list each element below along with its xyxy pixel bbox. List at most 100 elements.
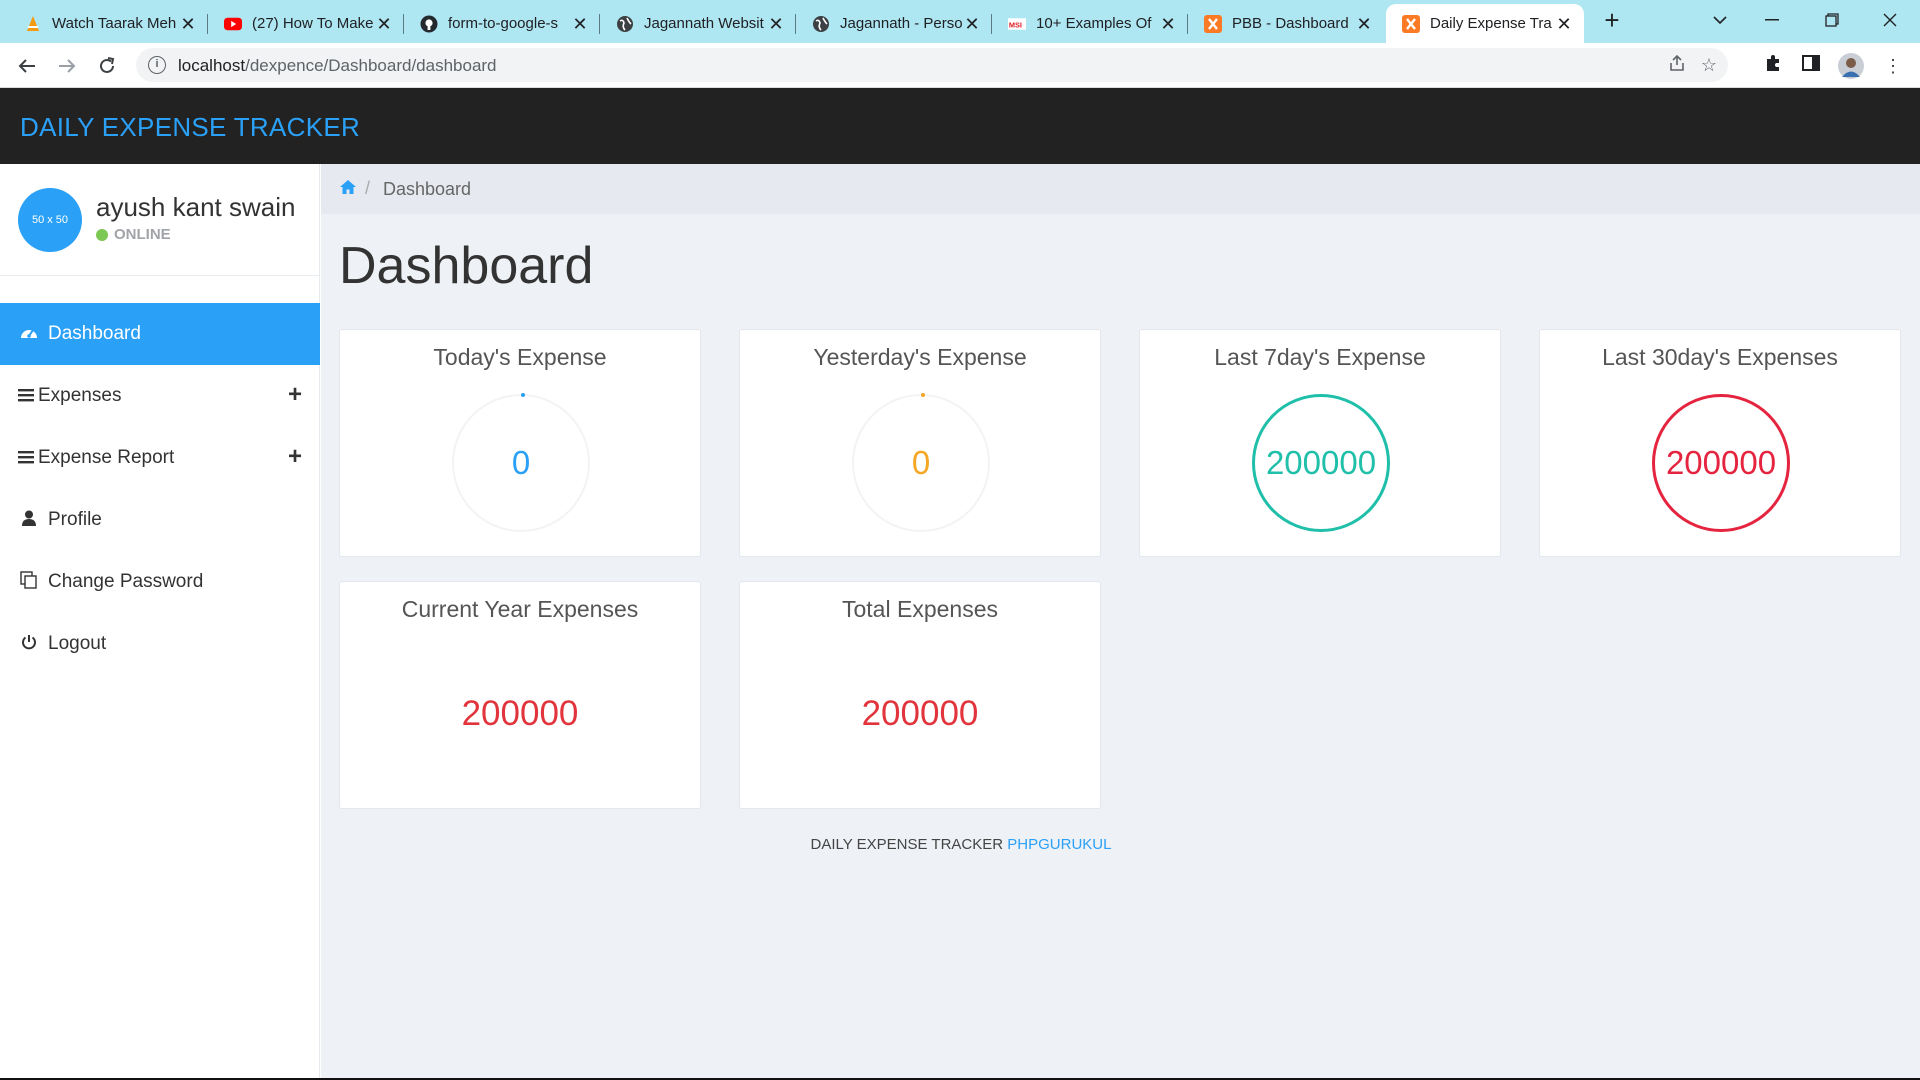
xampp-icon	[1204, 14, 1222, 33]
minimize-button[interactable]	[1742, 0, 1802, 40]
user-status: ONLINE	[96, 226, 171, 243]
browser-tab[interactable]: (27) How To Make ✕	[208, 4, 404, 43]
browser-tab[interactable]: Watch Taarak Meh ✕	[8, 4, 208, 43]
card-total-expenses: Total Expenses 200000	[739, 581, 1101, 809]
close-icon[interactable]: ✕	[178, 14, 198, 34]
sidebar-item-expense-report[interactable]: Expense Report +	[0, 427, 320, 489]
browser-tab[interactable]: MSI 10+ Examples Of ✕	[992, 4, 1188, 43]
breadcrumb-current: Dashboard	[383, 179, 472, 199]
card-last-7-days-expense: Last 7day's Expense 200000	[1139, 329, 1501, 557]
bars-icon	[18, 448, 34, 469]
progress-ring: 0	[852, 393, 990, 532]
side-panel-icon[interactable]	[1798, 53, 1824, 79]
card-title: Today's Expense	[433, 344, 607, 370]
svg-text:MSI: MSI	[1009, 20, 1022, 29]
app-title[interactable]: DAILY EXPENSE TRACKER	[20, 112, 360, 143]
browser-tab-active[interactable]: Daily Expense Tra ✕	[1386, 4, 1584, 43]
copy-icon	[18, 570, 40, 594]
card-current-year-expenses: Current Year Expenses 200000	[339, 581, 701, 809]
youtube-icon	[224, 15, 242, 33]
card-value: 0	[911, 444, 931, 481]
user-name: ayush kant swain	[96, 192, 296, 222]
user-panel: 50 x 50 ayush kant swain ONLINE	[0, 164, 320, 276]
more-menu-icon[interactable]: ⋮	[1880, 53, 1906, 79]
browser-tab[interactable]: form-to-google-s ✕	[404, 4, 600, 43]
card-value: 200000	[1665, 444, 1777, 481]
app-header: DAILY EXPENSE TRACKER	[0, 88, 1920, 164]
plus-icon[interactable]: +	[288, 383, 302, 407]
close-icon[interactable]: ✕	[962, 14, 982, 34]
minimize-icon	[1765, 19, 1779, 21]
new-tab-button[interactable]: +	[1598, 7, 1626, 35]
dashboard-icon	[18, 324, 40, 345]
address-bar[interactable]: i localhost/dexpence/Dashboard/dashboard…	[136, 48, 1728, 82]
plus-icon[interactable]: +	[288, 445, 302, 469]
card-value: 200000	[1265, 444, 1377, 481]
extensions-puzzle-icon[interactable]	[1760, 53, 1786, 79]
footer-text: DAILY EXPENSE TRACKER	[810, 836, 1004, 853]
back-button[interactable]	[12, 51, 42, 81]
restore-button[interactable]	[1802, 0, 1862, 40]
progress-ring: 0	[452, 393, 590, 532]
card-today-expense: Today's Expense 0	[339, 329, 701, 557]
globe-icon	[616, 15, 634, 33]
sidebar-item-label: Dashboard	[48, 323, 141, 344]
bars-icon	[18, 386, 34, 407]
tab-title: (27) How To Make	[252, 15, 374, 32]
tab-title: Watch Taarak Meh	[52, 15, 177, 32]
profile-avatar-icon[interactable]	[1838, 53, 1864, 79]
close-icon[interactable]: ✕	[766, 14, 786, 34]
close-icon[interactable]: ✕	[374, 14, 394, 34]
globe-icon	[812, 15, 830, 33]
bookmark-star-icon[interactable]: ☆	[1698, 54, 1720, 76]
close-icon[interactable]: ✕	[1354, 14, 1374, 34]
url-text: localhost/dexpence/Dashboard/dashboard	[178, 56, 497, 75]
share-icon[interactable]	[1666, 54, 1688, 76]
sidebar-menu: Dashboard Expenses + Expense Report + Pr…	[0, 303, 320, 675]
page-title: Dashboard	[339, 237, 594, 295]
online-dot-icon	[96, 228, 108, 241]
browser-toolbar: i localhost/dexpence/Dashboard/dashboard…	[0, 43, 1920, 88]
power-icon	[18, 634, 40, 655]
sidebar-item-logout[interactable]: Logout	[0, 613, 320, 675]
browser-tab[interactable]: PBB - Dashboard ✕	[1188, 4, 1384, 43]
forward-button[interactable]	[52, 51, 82, 81]
card-value: 200000	[461, 694, 579, 733]
sidebar-item-label: Expense Report	[38, 447, 175, 468]
close-icon[interactable]: ✕	[1158, 14, 1178, 34]
msi-icon: MSI	[1008, 15, 1026, 33]
card-title: Last 30day's Expenses	[1602, 344, 1838, 370]
footer: DAILY EXPENSE TRACKER PHPGURUKUL	[321, 836, 1601, 853]
sidebar-item-expenses[interactable]: Expenses +	[0, 365, 320, 427]
close-icon	[1883, 13, 1897, 27]
reload-button[interactable]	[92, 51, 122, 81]
arrow-right-icon	[59, 59, 76, 73]
browser-tab[interactable]: Jagannath Websit ✕	[600, 4, 796, 43]
tab-title: Jagannath - Perso	[840, 15, 962, 32]
home-icon[interactable]	[339, 179, 357, 197]
card-title: Yesterday's Expense	[813, 344, 1027, 370]
sidebar-item-dashboard[interactable]: Dashboard	[0, 303, 320, 365]
sidebar-item-label: Expenses	[38, 385, 122, 406]
progress-ring: 200000	[1652, 394, 1790, 532]
card-last-30-days-expense: Last 30day's Expenses 200000	[1539, 329, 1901, 557]
footer-link[interactable]: PHPGURUKUL	[1007, 836, 1111, 853]
github-icon	[420, 15, 438, 33]
card-yesterday-expense: Yesterday's Expense 0	[739, 329, 1101, 557]
card-value: 200000	[861, 694, 979, 733]
xampp-icon	[1402, 14, 1420, 33]
tab-search-button[interactable]	[1690, 0, 1750, 40]
browser-tab[interactable]: Jagannath - Perso ✕	[796, 4, 992, 43]
close-icon[interactable]: ✕	[1554, 14, 1574, 34]
vlc-cone-icon	[24, 15, 42, 33]
info-icon[interactable]: i	[148, 56, 166, 74]
sidebar-item-profile[interactable]: Profile	[0, 489, 320, 551]
tab-title: 10+ Examples Of	[1036, 15, 1152, 32]
card-value: 0	[511, 444, 531, 481]
user-icon	[18, 510, 40, 531]
close-icon[interactable]: ✕	[570, 14, 590, 34]
sidebar-item-label: Profile	[48, 509, 102, 530]
close-window-button[interactable]	[1860, 0, 1920, 40]
sidebar-item-change-password[interactable]: Change Password	[0, 551, 320, 613]
card-title: Total Expenses	[842, 596, 998, 622]
